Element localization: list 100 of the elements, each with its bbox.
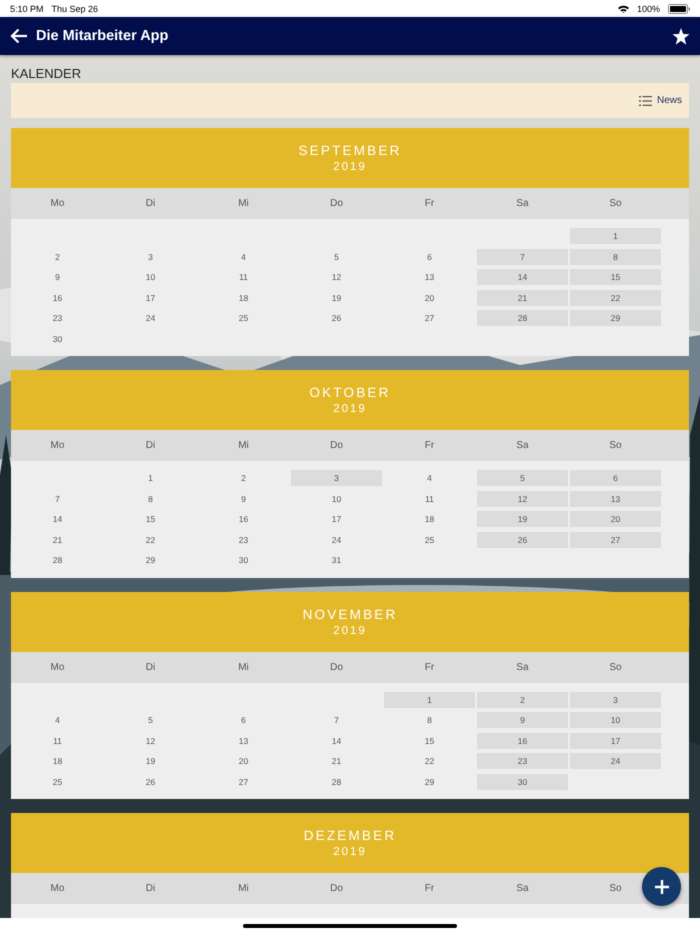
month-year: 2019 [333, 846, 367, 858]
day-cell[interactable]: 5 [330, 248, 343, 265]
day-cell[interactable]: 11 [421, 490, 438, 507]
day-cell[interactable]: 2 [477, 692, 568, 708]
weekday-label: Mi [237, 883, 250, 894]
day-cell[interactable]: 27 [234, 774, 252, 790]
day-cell[interactable]: 15 [420, 732, 438, 749]
back-arrow-icon[interactable] [10, 28, 28, 44]
day-cell[interactable]: 14 [48, 511, 66, 528]
news-button[interactable]: News [636, 93, 684, 108]
day-cell[interactable]: 23 [234, 532, 252, 548]
page-title: KALENDER [11, 65, 82, 81]
day-cell[interactable]: 7 [477, 248, 568, 265]
day-cell[interactable]: 26 [328, 310, 346, 326]
day-cell[interactable]: 13 [570, 490, 661, 507]
day-cell[interactable]: 5 [477, 470, 568, 486]
day-cell[interactable]: 1 [384, 692, 475, 708]
day-cell[interactable]: 29 [420, 774, 438, 790]
day-cell[interactable]: 14 [328, 732, 346, 749]
day-cell[interactable]: 1 [144, 470, 157, 486]
day-cell[interactable]: 19 [328, 290, 346, 306]
day-cell[interactable]: 16 [234, 511, 252, 528]
day-cell[interactable]: 19 [142, 753, 160, 770]
day-cell[interactable]: 3 [570, 692, 661, 708]
day-cell[interactable]: 6 [570, 470, 661, 486]
day-cell[interactable]: 6 [423, 248, 436, 265]
day-cell[interactable]: 25 [234, 310, 252, 326]
day-cell[interactable]: 30 [48, 330, 66, 347]
day-cell[interactable]: 17 [570, 732, 661, 749]
day-cell[interactable]: 27 [570, 532, 661, 548]
day-cell[interactable]: 28 [328, 774, 346, 790]
day-cell[interactable]: 13 [420, 269, 438, 286]
day-cell[interactable]: 26 [142, 774, 160, 790]
day-cell[interactable]: 21 [328, 753, 346, 770]
day-cell[interactable]: 9 [51, 269, 64, 286]
day-cell[interactable]: 29 [142, 552, 160, 568]
day-cell[interactable]: 4 [237, 248, 250, 265]
day-cell[interactable]: 2 [237, 470, 250, 486]
day-cell[interactable]: 9 [237, 490, 250, 507]
day-cell[interactable]: 28 [48, 552, 66, 568]
day-cell[interactable]: 30 [477, 774, 568, 790]
day-cell[interactable]: 11 [49, 732, 66, 749]
day-cell[interactable]: 18 [420, 511, 438, 528]
day-cell[interactable]: 24 [328, 532, 346, 548]
day-cell[interactable]: 10 [142, 269, 160, 286]
day-cell[interactable]: 3 [144, 248, 157, 265]
day-cell[interactable]: 15 [142, 511, 160, 528]
day-cell[interactable]: 12 [328, 269, 346, 286]
day-cell[interactable]: 19 [477, 511, 568, 528]
day-cell[interactable]: 4 [423, 470, 436, 486]
day-cell[interactable]: 12 [142, 732, 160, 749]
day-cell[interactable]: 8 [570, 248, 661, 265]
day-cell[interactable]: 25 [420, 532, 438, 548]
day-cell[interactable]: 23 [477, 753, 568, 770]
day-cell[interactable]: 17 [328, 511, 346, 528]
day-cell[interactable]: 22 [570, 290, 661, 306]
day-cell[interactable]: 12 [477, 490, 568, 507]
day-cell[interactable]: 8 [423, 712, 436, 728]
day-cell[interactable]: 22 [142, 532, 160, 548]
day-cell[interactable]: 25 [48, 774, 66, 790]
day-cell[interactable]: 23 [48, 310, 66, 326]
day-cell[interactable]: 21 [477, 290, 568, 306]
day-cell[interactable]: 24 [142, 310, 160, 326]
day-cell[interactable]: 27 [420, 310, 438, 326]
day-cell[interactable]: 20 [420, 290, 438, 306]
day-cell[interactable]: 16 [48, 290, 66, 306]
day-cell[interactable]: 21 [48, 532, 66, 548]
day-cell[interactable]: 3 [291, 470, 382, 486]
day-cell[interactable]: 9 [477, 712, 568, 728]
day-cell[interactable]: 13 [234, 732, 252, 749]
day-cell[interactable]: 15 [570, 269, 661, 286]
day-cell[interactable]: 30 [234, 552, 252, 568]
day-cell[interactable]: 4 [51, 712, 64, 728]
day-cell[interactable]: 10 [570, 712, 661, 728]
day-cell[interactable]: 10 [328, 490, 346, 507]
day-cell[interactable]: 28 [477, 310, 568, 326]
day-cell[interactable]: 18 [48, 753, 66, 770]
day-cell[interactable]: 8 [144, 490, 157, 507]
day-cell[interactable]: 17 [142, 290, 160, 306]
day-cell[interactable]: 29 [570, 310, 661, 326]
day-cell[interactable]: 5 [144, 712, 157, 728]
day-cell[interactable]: 20 [570, 511, 661, 528]
day-cell[interactable]: 7 [330, 712, 343, 728]
day-cell[interactable]: 14 [477, 269, 568, 286]
day-cell[interactable]: 31 [328, 552, 346, 568]
day-cell[interactable]: 20 [234, 753, 252, 770]
month-name: NOVEMBER [302, 606, 398, 622]
day-cell[interactable]: 6 [237, 712, 250, 728]
day-cell[interactable]: 22 [420, 753, 438, 770]
day-cell[interactable]: 18 [234, 290, 252, 306]
day-cell[interactable]: 1 [570, 228, 661, 244]
day-cell[interactable]: 2 [51, 248, 64, 265]
day-cell[interactable]: 16 [477, 732, 568, 749]
weekday-label: Mo [50, 198, 66, 209]
month-name: OKTOBER [309, 385, 391, 400]
day-cell[interactable]: 26 [477, 532, 568, 548]
day-cell[interactable]: 11 [235, 269, 252, 286]
day-cell[interactable]: 7 [51, 490, 64, 507]
day-cell[interactable]: 24 [570, 753, 661, 770]
star-icon[interactable] [672, 28, 690, 44]
